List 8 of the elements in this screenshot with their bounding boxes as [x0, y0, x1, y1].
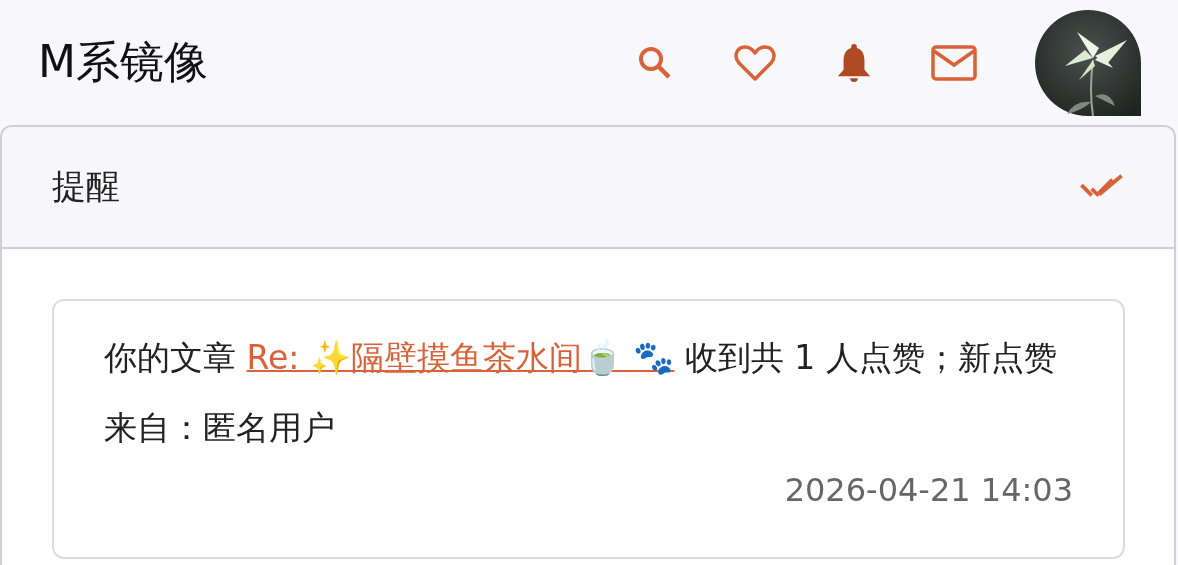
- heart-icon[interactable]: [733, 42, 777, 83]
- mail-icon[interactable]: [931, 44, 977, 81]
- notification-text: 你的文章 Re: ✨隔壁摸鱼茶水间🍵 🐾 收到共 1 人点赞；新点赞来自：匿名用户: [104, 337, 1058, 449]
- site-title[interactable]: M系镜像: [38, 33, 208, 92]
- timestamp: 2026-04-21 14:03: [784, 471, 1073, 509]
- article-link[interactable]: Re: ✨隔壁摸鱼茶水间🍵 🐾: [246, 338, 675, 377]
- notification-card[interactable]: 你的文章 Re: ✨隔壁摸鱼茶水间🍵 🐾 收到共 1 人点赞；新点赞来自：匿名用户 2026-04-21 14:03: [52, 299, 1125, 559]
- panel-title: 提醒: [52, 165, 120, 208]
